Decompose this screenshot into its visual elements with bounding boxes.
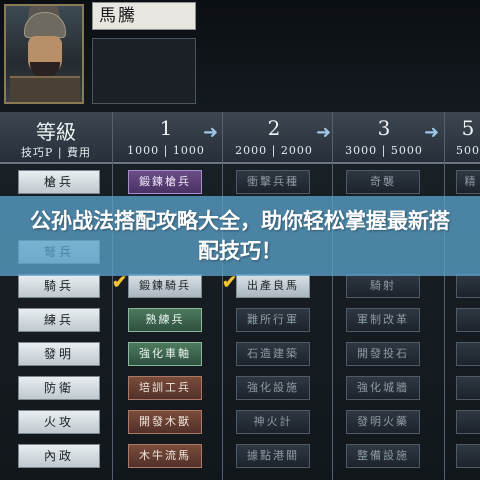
column-divider [444,112,445,480]
skill-button[interactable]: 木牛流馬 [128,444,202,468]
level-1-cost: 1000 | 1000 [127,144,205,157]
banner-title: 公孙战法搭配攻略大全，助你轻松掌握最新搭配技巧！ [30,209,450,263]
column-divider [222,112,223,480]
row-label-domestic: 內政 [18,444,100,468]
level-title: 等級 [36,120,76,144]
character-info-box [92,38,196,104]
skill-button[interactable] [456,274,480,298]
level-subtitle: 技巧P | 費用 [20,146,92,159]
skill-button[interactable]: 鍛鍊騎兵 [128,274,202,298]
skill-button[interactable]: 培訓工兵 [128,376,202,400]
level-2-header: 2 [267,116,281,140]
table-header: 等級 技巧P | 費用 1 1000 | 1000 ➜ 2 2000 | 200… [0,112,480,164]
skill-button[interactable] [456,376,480,400]
skill-button[interactable]: 騎射 [346,274,420,298]
skill-button[interactable]: 衝擊兵種 [236,170,310,194]
character-panel: 馬騰 [0,0,480,112]
skill-button[interactable]: 奇襲 [346,170,420,194]
skill-button[interactable]: 鍛鍊槍兵 [128,170,202,194]
skill-button[interactable]: 出產良馬 [236,274,310,298]
level-5-cost: 500 [456,144,480,157]
skill-button[interactable]: 難所行軍 [236,308,310,332]
skill-button[interactable]: 強化車軸 [128,342,202,366]
skill-button[interactable]: 發明火藥 [346,410,420,434]
character-portrait [4,4,84,104]
skill-button[interactable] [456,308,480,332]
character-name: 馬騰 [92,2,196,30]
skill-button[interactable]: 開發投石 [346,342,420,366]
skill-button[interactable] [456,444,480,468]
skill-button[interactable] [456,410,480,434]
arrow-icon: ➜ [203,122,219,143]
skill-button[interactable]: 熟練兵 [128,308,202,332]
level-1-header: 1 [159,116,173,140]
column-divider [112,112,113,480]
arrow-icon: ➜ [424,122,440,143]
level-3-header: 3 [377,116,391,140]
skill-button[interactable]: 神火計 [236,410,310,434]
skill-button[interactable]: 強化城牆 [346,376,420,400]
skill-button[interactable]: 精 [456,170,480,194]
row-label-training: 練兵 [18,308,100,332]
skill-button[interactable]: 整備設施 [346,444,420,468]
level-2-cost: 2000 | 2000 [235,144,313,157]
skill-button[interactable]: 軍制改革 [346,308,420,332]
skill-button[interactable]: 強化設施 [236,376,310,400]
title-banner: 公孙战法搭配攻略大全，助你轻松掌握最新搭配技巧！ [0,196,480,276]
skill-button[interactable]: 據點港關 [236,444,310,468]
tech-table: 等級 技巧P | 費用 1 1000 | 1000 ➜ 2 2000 | 200… [0,112,480,480]
row-label-cavalry: 騎兵 [18,274,100,298]
row-label-invention: 發明 [18,342,100,366]
armor-shape [10,76,80,102]
level-3-cost: 3000 | 5000 [345,144,423,157]
row-label-spear: 槍兵 [18,170,100,194]
level-5-header: 5 [461,116,475,140]
row-label-fire-attack: 火攻 [18,410,100,434]
row-label-defense: 防衛 [18,376,100,400]
helmet-shape [24,12,66,38]
skill-button[interactable]: 開發木獸 [128,410,202,434]
skill-button[interactable]: 石造建築 [236,342,310,366]
skill-button[interactable] [456,342,480,366]
column-divider [332,112,333,480]
arrow-icon: ➜ [316,122,332,143]
